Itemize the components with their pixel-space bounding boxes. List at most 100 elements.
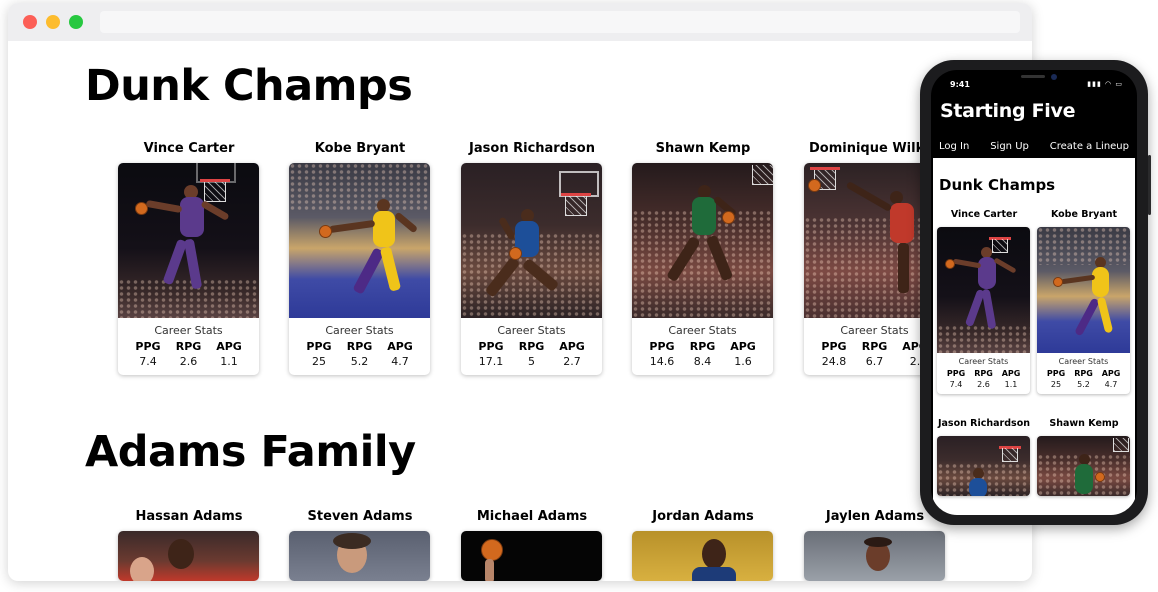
nav-signup-link[interactable]: Sign Up (990, 135, 1029, 159)
rpg-value: 5 (528, 355, 535, 368)
player-card-column: Kobe Bryant Career Stats PPG 25 RPG 5.2 … (1036, 208, 1132, 394)
ppg-label: PPG (135, 340, 161, 353)
player-photo (937, 436, 1030, 496)
rpg-value: 2.6 (179, 355, 198, 368)
career-stats-title: Career Stats (154, 324, 223, 337)
player-card-column: Jaylen Adams (800, 508, 950, 581)
rpg-label: RPG (689, 340, 716, 353)
rpg-value: 2.6 (977, 380, 990, 389)
ppg-value: 14.6 (649, 355, 675, 368)
player-photo (289, 531, 430, 581)
player-card[interactable] (118, 531, 259, 581)
player-name: Shawn Kemp (1049, 418, 1119, 429)
career-stats-title: Career Stats (497, 324, 566, 337)
phone-mockup: 9:41 ▮▮▮ ◠ ▭ Starting Five Log In Sign U… (920, 60, 1151, 525)
nav-login-link[interactable]: Log In (939, 135, 969, 159)
address-bar[interactable] (100, 11, 1020, 33)
rpg-label: RPG (974, 369, 993, 378)
close-window-button[interactable] (23, 15, 37, 29)
apg-value: 4.7 (391, 355, 409, 368)
ppg-value: 24.8 (821, 355, 847, 368)
apg-value: 2.7 (563, 355, 581, 368)
player-card[interactable] (289, 531, 430, 581)
player-card[interactable]: Career Stats PPG 25 RPG 5.2 APG 4.7 (289, 163, 430, 375)
phone-screen: 9:41 ▮▮▮ ◠ ▭ Starting Five Log In Sign U… (931, 70, 1137, 515)
player-name: Vince Carter (950, 209, 1018, 220)
section-title-adams-family: Adams Family (85, 427, 416, 477)
app-title: Starting Five (940, 100, 1076, 122)
ppg-label: PPG (1046, 369, 1066, 378)
apg-label: APG (1001, 369, 1021, 378)
ppg-label: PPG (649, 340, 675, 353)
player-photo (461, 163, 602, 318)
apg-label: APG (559, 340, 585, 353)
player-photo (632, 163, 773, 318)
player-photo (461, 531, 602, 581)
player-name: Steven Adams (307, 509, 413, 524)
maximize-window-button[interactable] (69, 15, 83, 29)
career-stats: Career Stats PPG 14.6 RPG 8.4 APG 1.6 (632, 318, 773, 375)
nav-create-lineup-link[interactable]: Create a Lineup (1050, 135, 1129, 159)
career-stats: Career Stats PPG 25 RPG 5.2 APG 4.7 (289, 318, 430, 375)
player-photo (1037, 227, 1130, 353)
player-card[interactable] (937, 436, 1030, 496)
ppg-value: 25 (1050, 380, 1062, 389)
player-card[interactable]: Career Stats PPG 7.4 RPG 2.6 APG 1.1 (118, 163, 259, 375)
player-card[interactable] (461, 531, 602, 581)
signal-wifi-battery-icon: ▮▮▮ ◠ ▭ (1087, 80, 1123, 88)
player-card-column: Steven Adams (285, 508, 435, 581)
page-content: Dunk Champs Vince Carter Career Stats PP… (8, 41, 1032, 581)
ppg-label: PPG (821, 340, 847, 353)
player-card-column: Jason Richardson Career Stats PPG 17.1 R… (457, 140, 607, 375)
phone-side-button (1148, 155, 1151, 215)
ppg-value: 7.4 (139, 355, 157, 368)
rpg-value: 6.7 (865, 355, 884, 368)
rpg-label: RPG (346, 340, 373, 353)
apg-label: APG (1101, 369, 1121, 378)
player-photo (804, 531, 945, 581)
player-photo (289, 163, 430, 318)
player-card-column: Hassan Adams (114, 508, 264, 581)
career-stats: Career Stats PPG 7.4 RPG 2.6 APG 1.1 (118, 318, 259, 375)
player-name: Vince Carter (143, 141, 235, 156)
player-photo (937, 227, 1030, 353)
player-card[interactable] (804, 531, 945, 581)
browser-toolbar (8, 3, 1032, 41)
rpg-label: RPG (861, 340, 888, 353)
ppg-label: PPG (306, 340, 332, 353)
apg-label: APG (387, 340, 413, 353)
player-card-column: Jordan Adams (628, 508, 778, 581)
apg-value: 1.1 (1004, 380, 1018, 389)
player-name: Hassan Adams (135, 509, 243, 524)
apg-label: APG (216, 340, 242, 353)
player-card-column: Jason Richardson (936, 417, 1032, 496)
apg-value: 4.7 (1104, 380, 1118, 389)
player-photo (118, 531, 259, 581)
player-photo (632, 531, 773, 581)
ppg-value: 7.4 (949, 380, 963, 389)
player-card-column: Kobe Bryant Career Stats PPG 25 RPG 5.2 … (285, 140, 435, 375)
career-stats-title: Career Stats (668, 324, 737, 337)
apg-value: 1.1 (220, 355, 238, 368)
player-name: Kobe Bryant (314, 141, 406, 156)
apg-value: 1.6 (734, 355, 752, 368)
rpg-value: 5.2 (350, 355, 369, 368)
career-stats-title: Career Stats (1058, 357, 1109, 366)
player-card[interactable]: Career Stats PPG 14.6 RPG 8.4 APG 1.6 (632, 163, 773, 375)
home-indicator[interactable] (995, 503, 1073, 506)
player-card[interactable]: Career Stats PPG 17.1 RPG 5 APG 2.7 (461, 163, 602, 375)
section-title-dunk-champs: Dunk Champs (85, 61, 413, 111)
career-stats: Career Stats PPG 7.4 RPG 2.6 APG 1.1 (937, 353, 1030, 394)
rpg-value: 5.2 (1077, 380, 1090, 389)
player-card[interactable] (1037, 436, 1130, 496)
player-card[interactable]: Career Stats PPG 7.4 RPG 2.6 APG 1.1 (937, 227, 1030, 394)
career-stats: Career Stats PPG 17.1 RPG 5 APG 2.7 (461, 318, 602, 375)
rpg-value: 8.4 (693, 355, 712, 368)
player-card[interactable] (632, 531, 773, 581)
player-card[interactable]: Career Stats PPG 25 RPG 5.2 APG 4.7 (1037, 227, 1130, 394)
player-name: Jordan Adams (652, 509, 754, 524)
status-time: 9:41 (950, 80, 970, 89)
player-name: Jason Richardson (469, 141, 595, 156)
player-name: Kobe Bryant (1050, 209, 1118, 220)
minimize-window-button[interactable] (46, 15, 60, 29)
